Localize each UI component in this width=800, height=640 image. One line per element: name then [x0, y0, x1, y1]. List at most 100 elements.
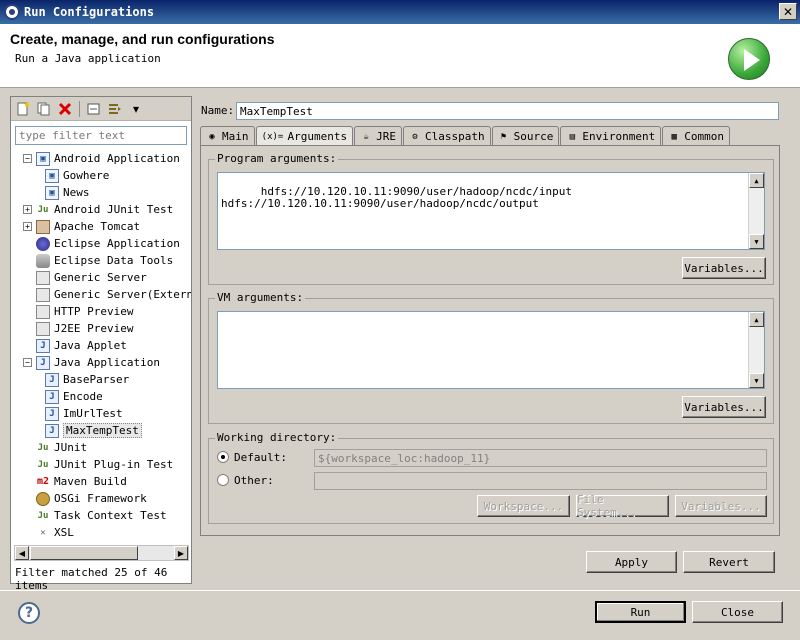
tree-item-label: News	[63, 186, 90, 199]
expand-icon[interactable]: +	[23, 222, 32, 231]
collapse-icon[interactable]: −	[23, 154, 32, 163]
tree-item[interactable]: J BaseParser	[45, 371, 129, 388]
scroll-up-icon[interactable]: ▲	[749, 173, 764, 188]
close-window-button[interactable]: ✕	[779, 3, 797, 20]
tree-item[interactable]: Ju JUnit	[23, 439, 88, 456]
tomcat-icon	[36, 219, 50, 234]
scroll-right-icon[interactable]: ▶	[174, 546, 188, 560]
default-directory-radio[interactable]	[217, 451, 229, 463]
tree-item[interactable]: Ju JUnit Plug-in Test	[23, 456, 174, 473]
scroll-down-icon[interactable]: ▼	[749, 373, 764, 388]
horizontal-scrollbar[interactable]: ◀ ▶	[14, 545, 189, 561]
junit-icon: Ju	[37, 510, 49, 521]
filter-input[interactable]: type filter text	[15, 126, 187, 145]
tab-environment[interactable]: ▤ Environment	[560, 126, 662, 146]
program-variables-button[interactable]: Variables...	[682, 257, 766, 279]
java-app-icon: J	[45, 389, 59, 404]
tree-item[interactable]: Eclipse Application	[23, 235, 180, 252]
apply-button[interactable]: Apply	[586, 551, 677, 573]
tab-label: JRE	[376, 130, 396, 143]
bottom-separator	[0, 590, 800, 591]
eclipse-icon	[4, 4, 20, 20]
collapse-icon[interactable]: −	[23, 358, 32, 367]
junit-icon: Ju	[37, 204, 49, 215]
tab-main[interactable]: ◉ Main	[200, 126, 255, 146]
tree-item-label: J2EE Preview	[54, 322, 134, 335]
file-system-button[interactable]: File System...	[576, 493, 669, 519]
maven-icon: m2	[36, 476, 50, 487]
window-title: Run Configurations	[24, 5, 155, 19]
duplicate-icon[interactable]	[35, 100, 53, 118]
tree-item[interactable]: Ju Task Context Test	[23, 507, 167, 524]
dialog-title: Create, manage, and run configurations	[10, 31, 275, 47]
working-variables-button[interactable]: Variables...	[675, 495, 767, 517]
program-arguments-value: hdfs://10.120.10.11:9090/user/hadoop/ncd…	[221, 185, 573, 210]
classpath-icon: ⚙	[412, 131, 418, 142]
tree-item-label: XSL	[54, 526, 74, 539]
collapse-all-icon[interactable]	[85, 100, 103, 118]
tree-item[interactable]: HTTP Preview	[23, 303, 133, 320]
tree-item-label: Java Application	[54, 356, 160, 369]
workspace-button[interactable]: Workspace...	[477, 495, 570, 517]
scroll-thumb[interactable]	[30, 546, 138, 560]
revert-button[interactable]: Revert	[683, 551, 775, 573]
scroll-left-icon[interactable]: ◀	[15, 546, 29, 560]
scroll-down-icon[interactable]: ▼	[749, 234, 764, 249]
new-configuration-icon[interactable]	[14, 100, 32, 118]
tree-item[interactable]: ▣ News	[45, 184, 90, 201]
working-directory-label: Working directory:	[215, 431, 339, 444]
tab-common[interactable]: ▦ Common	[662, 126, 730, 146]
tab-arguments[interactable]: (x)= Arguments	[255, 126, 354, 146]
vm-arguments-scrollbar[interactable]: ▲ ▼	[748, 312, 764, 388]
tree-item[interactable]: J Encode	[45, 388, 103, 405]
android-app-icon: ▣	[45, 168, 59, 183]
tab-jre[interactable]: ☕ JRE	[354, 126, 402, 146]
tree-item-label: Eclipse Application	[54, 237, 180, 250]
server-icon	[36, 321, 50, 336]
tree-item[interactable]: J2EE Preview	[23, 320, 133, 337]
program-arguments-textarea[interactable]: hdfs://10.120.10.11:9090/user/hadoop/ncd…	[217, 172, 765, 250]
vm-arguments-group: VM arguments: ▲ ▼ Variables...	[208, 291, 774, 424]
scroll-up-icon[interactable]: ▲	[749, 312, 764, 327]
vm-variables-button[interactable]: Variables...	[682, 396, 766, 418]
source-icon: ⚑	[500, 131, 507, 142]
tree-item[interactable]: OSGi Framework	[23, 490, 147, 507]
tree-item[interactable]: m2 Maven Build	[23, 473, 127, 490]
filter-icon[interactable]	[106, 100, 124, 118]
dialog-header: Create, manage, and run configurations R…	[0, 24, 800, 88]
junit-icon: Ju	[37, 459, 49, 470]
configuration-list-panel: ▾ type filter text − ▣ Android Application…	[10, 96, 192, 592]
delete-icon[interactable]	[56, 100, 74, 118]
tree-item-label: Maven Build	[54, 475, 127, 488]
tree-item[interactable]: ▣ Gowhere	[45, 167, 109, 184]
tree-item[interactable]: J ImUrlTest	[45, 405, 123, 422]
tree-item[interactable]: + Apache Tomcat	[23, 218, 140, 235]
tree-item[interactable]: Eclipse Data Tools	[23, 252, 173, 269]
tree-item-label: Task Context Test	[54, 509, 167, 522]
other-directory-radio[interactable]	[217, 474, 229, 486]
program-arguments-label: Program arguments:	[215, 152, 339, 165]
tree-item-label: Eclipse Data Tools	[54, 254, 174, 267]
tree-item[interactable]: + Ju Android JUnit Test	[23, 201, 173, 218]
arguments-tab-pane: Program arguments: hdfs://10.120.10.11:9…	[200, 145, 780, 536]
chevron-down-icon[interactable]: ▾	[127, 100, 145, 118]
program-arguments-scrollbar[interactable]: ▲ ▼	[748, 173, 764, 249]
run-banner-icon	[728, 38, 770, 80]
name-input[interactable]: MaxTempTest	[236, 102, 779, 120]
tab-classpath[interactable]: ⚙ Classpath	[402, 126, 491, 146]
tree-item[interactable]: J MaxTempTest	[45, 422, 142, 439]
vm-arguments-textarea[interactable]: ▲ ▼	[217, 311, 765, 389]
tab-source[interactable]: ⚑ Source	[491, 126, 560, 146]
expand-icon[interactable]: +	[23, 205, 32, 214]
tree-item[interactable]: − J Java Application	[23, 354, 160, 371]
tree-item[interactable]: Generic Server	[23, 269, 147, 286]
program-arguments-group: Program arguments: hdfs://10.120.10.11:9…	[208, 152, 774, 285]
close-button[interactable]: Close	[692, 601, 783, 623]
tree-item[interactable]: J Java Applet	[23, 337, 127, 354]
tree-item[interactable]: Generic Server(Externa	[23, 286, 191, 303]
server-icon	[36, 287, 50, 302]
help-icon[interactable]: ?	[18, 602, 40, 624]
tree-item[interactable]: − ▣ Android Application	[23, 150, 180, 167]
run-button[interactable]: Run	[595, 601, 686, 623]
tree-item[interactable]: ✕ XSL	[23, 524, 74, 541]
